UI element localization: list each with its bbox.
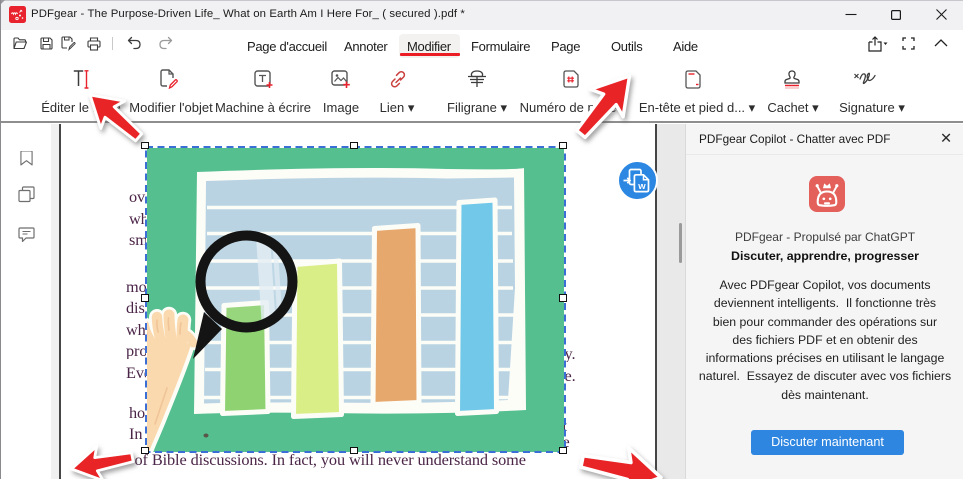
svg-text:w: w <box>637 181 646 192</box>
